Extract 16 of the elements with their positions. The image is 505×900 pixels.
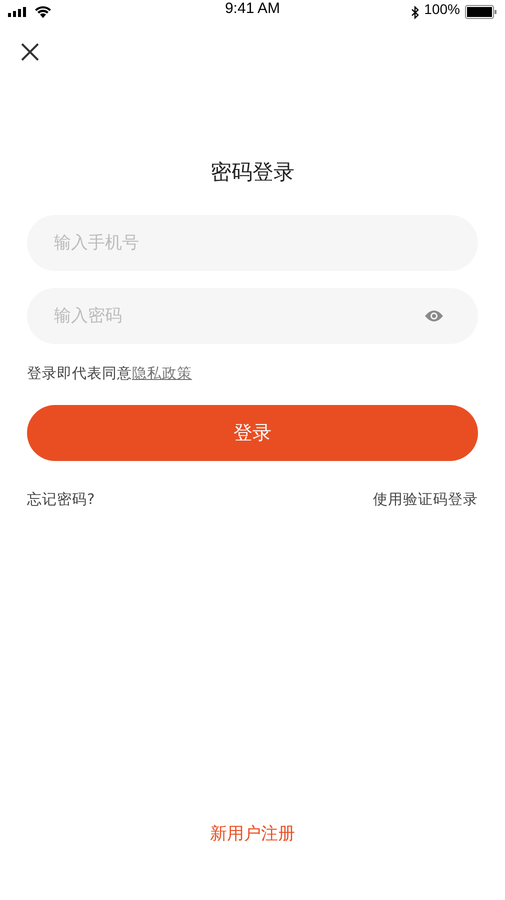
login-button[interactable]: 登录: [27, 405, 478, 461]
privacy-policy-link[interactable]: 隐私政策: [132, 366, 192, 382]
forgot-password-link[interactable]: 忘记密码?: [27, 490, 95, 509]
bluetooth-icon: [411, 6, 420, 18]
battery-percent: 100%: [424, 1, 460, 17]
page-title: 密码登录: [210, 159, 296, 186]
battery-icon: [464, 5, 497, 19]
wifi-icon: [35, 6, 51, 18]
status-time: 9:41 AM: [224, 0, 280, 16]
sms-login-link[interactable]: 使用验证码登录: [373, 490, 478, 509]
eye-icon[interactable]: [424, 309, 444, 323]
privacy-agreement: 登录即代表同意隐私政策: [27, 365, 193, 384]
register-link[interactable]: 新用户注册: [210, 824, 295, 844]
close-icon[interactable]: [20, 42, 40, 62]
password-field[interactable]: 输入密码: [27, 288, 478, 344]
phone-field[interactable]: 输入手机号: [27, 215, 478, 271]
